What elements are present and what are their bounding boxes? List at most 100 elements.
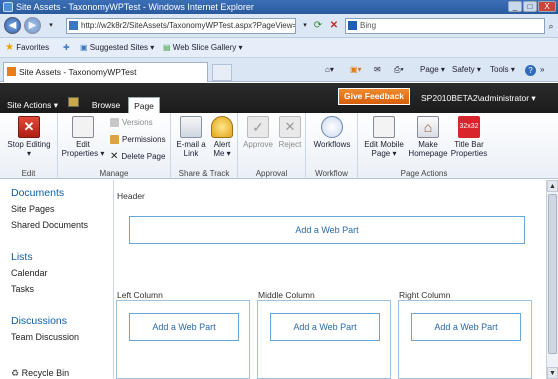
url-input[interactable]: http://w2k8r2/SiteAssets/TaxonomyWPTest.…: [66, 18, 296, 34]
safety-menu[interactable]: Safety ▾: [452, 63, 481, 77]
sharepoint-favicon-icon: [7, 67, 16, 76]
web-slice-gallery-link[interactable]: ▤ Web Slice Gallery ▾: [163, 38, 242, 58]
alert-me-button[interactable]: Alert Me ▾: [209, 116, 235, 158]
search-icon[interactable]: ⌕: [545, 18, 557, 34]
nav-item-team-discussion[interactable]: Team Discussion: [11, 332, 79, 342]
edit-mobile-label-1: Edit Mobile: [364, 140, 404, 149]
page-menu[interactable]: Page ▾: [420, 63, 445, 77]
back-arrow-icon[interactable]: ◀: [4, 17, 21, 34]
edit-mobile-page-button[interactable]: Edit Mobile Page ▾: [360, 116, 408, 158]
approve-button[interactable]: ✓ Approve: [242, 116, 274, 149]
scroll-down-icon[interactable]: ▼: [547, 367, 558, 379]
approve-icon: ✓: [247, 116, 269, 138]
scrollbar-thumb[interactable]: [548, 194, 557, 354]
feeds-icon[interactable]: ▣▾: [350, 63, 362, 77]
home-icon[interactable]: ⌂▾: [325, 63, 334, 77]
address-bar: ◀ ▶ ▾ http://w2k8r2/SiteAssets/TaxonomyW…: [0, 14, 558, 38]
nav-heading-documents[interactable]: Documents: [11, 187, 64, 199]
browser-tab-title: Site Assets - TaxonomyWPTest: [19, 67, 137, 77]
title-bar-properties-button[interactable]: 32x32 Title Bar Properties: [450, 116, 488, 158]
ribbon-group-share-track: E-mail a Link Alert Me ▾ Share & Track: [171, 113, 238, 179]
versions-button[interactable]: Versions: [110, 117, 153, 129]
navigate-up-icon[interactable]: [68, 97, 79, 107]
workflows-icon: [321, 116, 343, 138]
close-button[interactable]: X: [538, 1, 556, 12]
forward-arrow-icon[interactable]: ▶: [24, 17, 41, 34]
edit-properties-button[interactable]: Edit Properties ▾: [60, 116, 106, 158]
suggested-sites-link[interactable]: ▣ Suggested Sites ▾: [80, 38, 154, 58]
recycle-bin-icon: ♻: [11, 368, 20, 378]
header-zone: Add a Web Part: [116, 204, 543, 254]
nav-item-shared-documents[interactable]: Shared Documents: [11, 220, 88, 230]
web-slice-gallery-label: Web Slice Gallery ▾: [172, 43, 243, 52]
maximize-button[interactable]: □: [523, 1, 537, 12]
edit-mobile-label-2: Page ▾: [371, 149, 397, 158]
stop-editing-icon: ✕: [18, 116, 40, 138]
quick-launch: Documents Site Pages Shared Documents Li…: [0, 180, 113, 379]
add-web-part-header-button[interactable]: Add a Web Part: [129, 216, 525, 244]
ie-icon: [3, 2, 13, 12]
tools-menu[interactable]: Tools ▾: [490, 63, 515, 77]
add-web-part-left-button[interactable]: Add a Web Part: [129, 313, 239, 341]
sharepoint-top-bar: Site Actions ▾ Browse Page Give Feedback…: [0, 83, 558, 113]
versions-label: Versions: [122, 118, 153, 127]
print-icon[interactable]: ⎙▾: [394, 63, 404, 77]
nav-item-calendar[interactable]: Calendar: [11, 268, 48, 278]
reject-label: Reject: [278, 140, 302, 149]
history-dropdown-icon[interactable]: ▾: [44, 19, 58, 33]
page-favicon-icon: [69, 21, 78, 30]
reject-button[interactable]: ✕ Reject: [276, 116, 304, 149]
read-mail-icon[interactable]: ✉: [374, 63, 381, 77]
site-actions-menu[interactable]: Site Actions ▾: [7, 100, 58, 111]
workflows-button[interactable]: Workflows: [308, 116, 356, 149]
browser-tab-bar: Site Assets - TaxonomyWPTest ⌂▾ ▣▾ ✉ ⎙▾ …: [0, 58, 558, 82]
stop-icon[interactable]: ✕: [327, 19, 341, 33]
browser-tab[interactable]: Site Assets - TaxonomyWPTest: [3, 62, 208, 82]
delete-page-button[interactable]: ✕ Delete Page: [110, 151, 165, 163]
add-web-part-right-button[interactable]: Add a Web Part: [411, 313, 521, 341]
nav-item-tasks[interactable]: Tasks: [11, 284, 34, 294]
vertical-scrollbar[interactable]: ▲ ▼: [546, 180, 558, 379]
edit-properties-icon: [72, 116, 94, 138]
refresh-icon[interactable]: ⟳: [311, 19, 325, 33]
suggested-sites-icon: ▣: [80, 43, 88, 52]
search-input[interactable]: Bing: [345, 18, 545, 34]
stop-editing-dropdown: ▾: [26, 149, 31, 158]
tab-page[interactable]: Page: [128, 97, 160, 113]
tab-browse[interactable]: Browse: [86, 97, 126, 113]
share-track-group-label: Share & Track: [178, 169, 230, 178]
edit-properties-label-1: Edit: [76, 140, 90, 149]
make-homepage-button[interactable]: ⌂ Make Homepage: [408, 116, 448, 158]
zone-middle-column-title: Middle Column: [258, 290, 315, 300]
window-controls: _ □ X: [508, 1, 556, 12]
versions-icon: [110, 118, 119, 128]
new-tab-button[interactable]: [212, 64, 232, 81]
nav-heading-discussions[interactable]: Discussions: [11, 315, 67, 327]
title-bar-label-1: Title Bar: [454, 140, 484, 149]
edit-properties-label-2: Properties ▾: [61, 149, 105, 158]
user-menu[interactable]: SP2010BETA2\administrator ▾: [421, 93, 536, 104]
ribbon-group-edit: ✕ Stop Editing ▾ Edit: [0, 113, 58, 179]
permissions-icon: [110, 135, 119, 145]
window-title-bar: Site Assets - TaxonomyWPTest - Windows I…: [0, 0, 558, 14]
workflow-group-label: Workflow: [315, 169, 348, 178]
email-link-button[interactable]: E-mail a Link: [174, 116, 208, 158]
give-feedback-button[interactable]: Give Feedback: [338, 88, 410, 105]
nav-heading-lists[interactable]: Lists: [11, 251, 33, 263]
chevron-more-icon[interactable]: »: [540, 63, 544, 77]
title-bar-label-2: Properties: [450, 149, 488, 158]
permissions-button[interactable]: Permissions: [110, 134, 166, 146]
nav-item-recycle-bin[interactable]: ♻ Recycle Bin: [11, 368, 69, 379]
help-icon[interactable]: ?: [525, 65, 536, 76]
web-slice-icon: ▤: [163, 43, 171, 52]
stop-editing-button[interactable]: ✕ Stop Editing ▾: [4, 116, 54, 158]
minimize-button[interactable]: _: [508, 1, 522, 12]
add-favorites-icon[interactable]: ✚: [63, 38, 70, 58]
scroll-up-icon[interactable]: ▲: [547, 180, 558, 192]
left-column-zone: Add a Web Part: [116, 300, 250, 379]
nav-item-site-pages[interactable]: Site Pages: [11, 204, 55, 214]
add-web-part-middle-button[interactable]: Add a Web Part: [270, 313, 380, 341]
favorites-button[interactable]: ★ Favorites: [5, 38, 49, 58]
address-dropdown-icon[interactable]: ▾: [298, 19, 312, 33]
bell-icon: [211, 116, 233, 138]
